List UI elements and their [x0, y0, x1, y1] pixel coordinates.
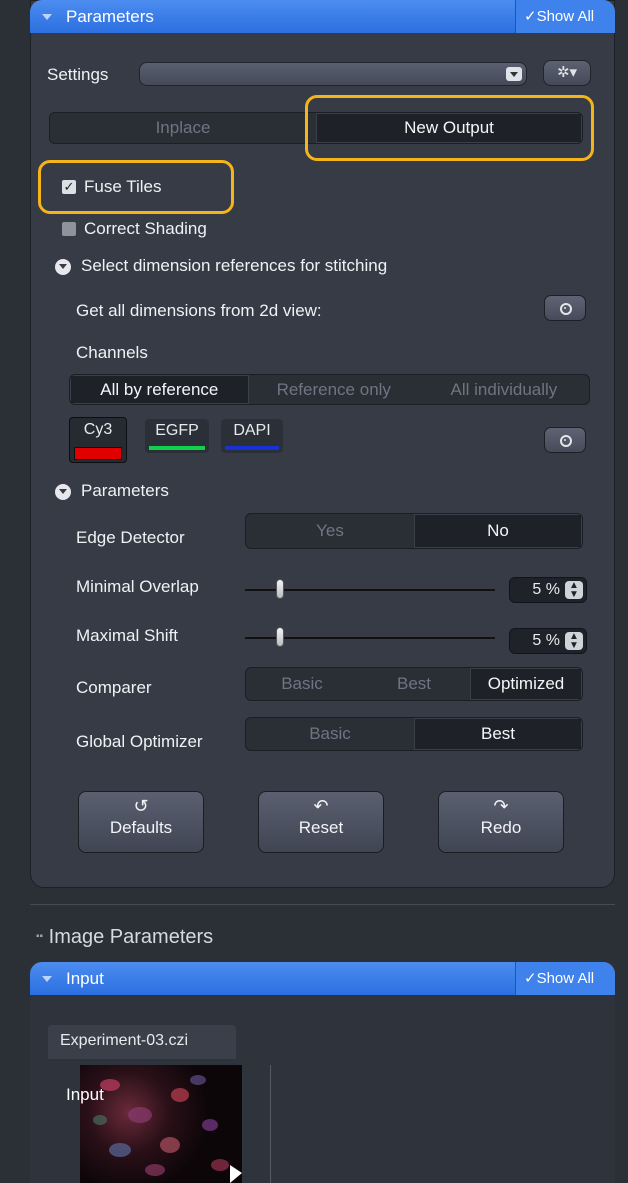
channel-name: EGFP	[155, 422, 199, 439]
global-optimizer-toggle: Basic Best	[245, 717, 583, 751]
comparer-label: Comparer	[76, 678, 152, 697]
correct-shading-checkbox[interactable]	[62, 222, 76, 236]
comparer-basic-option[interactable]: Basic	[246, 668, 358, 700]
global-best-option[interactable]: Best	[414, 718, 582, 750]
input-header[interactable]: Input ✓Show All	[30, 962, 615, 995]
show-all-label: Show All	[536, 8, 595, 25]
minimal-overlap-spinbox[interactable]: 5 % ▲ ▼	[509, 577, 587, 603]
channel-name: DAPI	[233, 422, 271, 439]
global-basic-option[interactable]: Basic	[246, 718, 414, 750]
settings-gear-menu-button[interactable]: ✲▾	[543, 60, 591, 86]
all-by-reference-option[interactable]: All by reference	[70, 375, 249, 404]
chevron-down-icon	[506, 67, 522, 81]
channel-button-cy3[interactable]: Cy3	[69, 417, 127, 463]
reference-only-option[interactable]: Reference only	[249, 375, 419, 404]
gear-icon: ✲▾	[556, 64, 578, 81]
show-all-label: Show All	[536, 970, 595, 987]
redo-icon: ↷	[493, 796, 509, 816]
edge-no-option[interactable]: No	[414, 514, 582, 548]
show-all-toggle[interactable]: ✓Show All	[515, 0, 615, 33]
parameters-panel: Parameters ✓Show All Settings ✲▾ Inplace…	[30, 0, 615, 888]
input-header-title: Input	[66, 969, 104, 988]
channel-mode-toggle: All by reference Reference only All indi…	[69, 374, 590, 405]
edge-detector-label: Edge Detector	[76, 528, 185, 547]
fuse-tiles-highlight	[38, 160, 234, 214]
redo-button[interactable]: ↷ Redo	[438, 791, 564, 853]
defaults-label: Defaults	[109, 818, 173, 837]
checkmark-icon: ✓	[524, 8, 537, 25]
parameters-header[interactable]: Parameters ✓Show All	[30, 0, 615, 33]
thumbnail-label: Input	[66, 1085, 104, 1104]
channel-reference-button[interactable]	[544, 427, 586, 453]
checkmark-icon: ✓	[524, 970, 537, 987]
input-file-name: Experiment-03.czi	[60, 1032, 189, 1049]
section-divider	[30, 904, 615, 905]
vertical-divider	[270, 1065, 271, 1183]
undo-icon: ↶	[313, 796, 329, 816]
rotate-ccw-icon: ↺	[133, 796, 149, 816]
image-parameters-title: Image Parameters	[48, 926, 214, 948]
global-optimizer-label: Global Optimizer	[76, 732, 203, 751]
channel-color-swatch	[149, 446, 205, 450]
edge-detector-toggle: Yes No	[245, 513, 583, 549]
get-all-dimensions-button[interactable]	[544, 295, 586, 321]
inplace-option[interactable]: Inplace	[50, 113, 316, 143]
minimal-overlap-value: 5 %	[532, 581, 560, 598]
parameters-header-title: Parameters	[66, 7, 154, 26]
play-icon	[230, 1165, 242, 1183]
expand-circle-icon[interactable]	[55, 484, 71, 500]
image-parameters-heading[interactable]: ▪▪ Image Parameters	[36, 926, 213, 949]
input-file-tab[interactable]: Experiment-03.czi	[48, 1025, 236, 1059]
dimension-references-title: Select dimension references for stitchin…	[81, 256, 388, 275]
settings-label: Settings	[47, 65, 109, 84]
maximal-shift-value: 5 %	[532, 632, 560, 649]
comparer-optimized-option[interactable]: Optimized	[470, 668, 582, 700]
channel-button-egfp[interactable]: EGFP	[145, 419, 209, 453]
channel-button-dapi[interactable]: DAPI	[221, 419, 283, 453]
maximal-shift-label: Maximal Shift	[76, 626, 179, 645]
minimal-overlap-slider-thumb[interactable]	[275, 579, 284, 599]
correct-shading-label: Correct Shading	[84, 219, 207, 238]
reset-label: Reset	[298, 818, 344, 837]
new-output-highlight	[305, 95, 594, 161]
maximal-shift-spinbox[interactable]: 5 % ▲ ▼	[509, 628, 587, 654]
grip-icon: ▪▪	[36, 931, 44, 942]
all-individually-option[interactable]: All individually	[419, 375, 589, 404]
collapse-triangle-icon[interactable]	[42, 14, 52, 20]
expand-circle-icon[interactable]	[55, 259, 71, 275]
channels-label: Channels	[76, 343, 148, 362]
edge-yes-option[interactable]: Yes	[246, 514, 414, 548]
show-all-toggle[interactable]: ✓Show All	[515, 962, 615, 995]
settings-dropdown[interactable]	[139, 62, 527, 86]
comparer-best-option[interactable]: Best	[358, 668, 470, 700]
comparer-toggle: Basic Best Optimized	[245, 667, 583, 701]
spin-arrows-icon[interactable]: ▲ ▼	[565, 581, 583, 600]
input-panel: Experiment-03.czi Input	[30, 995, 615, 1183]
get-all-dimensions-label: Get all dimensions from 2d view:	[76, 301, 322, 320]
collapse-triangle-icon[interactable]	[42, 976, 52, 982]
minimal-overlap-label: Minimal Overlap	[76, 577, 199, 596]
maximal-shift-slider-thumb[interactable]	[275, 627, 284, 647]
params-subsection-title: Parameters	[81, 481, 169, 500]
channel-color-swatch	[225, 446, 279, 450]
input-image-thumbnail[interactable]	[80, 1065, 242, 1183]
reset-button[interactable]: ↶ Reset	[258, 791, 384, 853]
defaults-button[interactable]: ↺ Defaults	[78, 791, 204, 853]
spin-arrows-icon[interactable]: ▲ ▼	[565, 632, 583, 651]
cells-image	[93, 1075, 242, 1183]
redo-label: Redo	[480, 818, 522, 837]
channel-name: Cy3	[83, 421, 113, 438]
channel-color-swatch	[74, 447, 122, 460]
